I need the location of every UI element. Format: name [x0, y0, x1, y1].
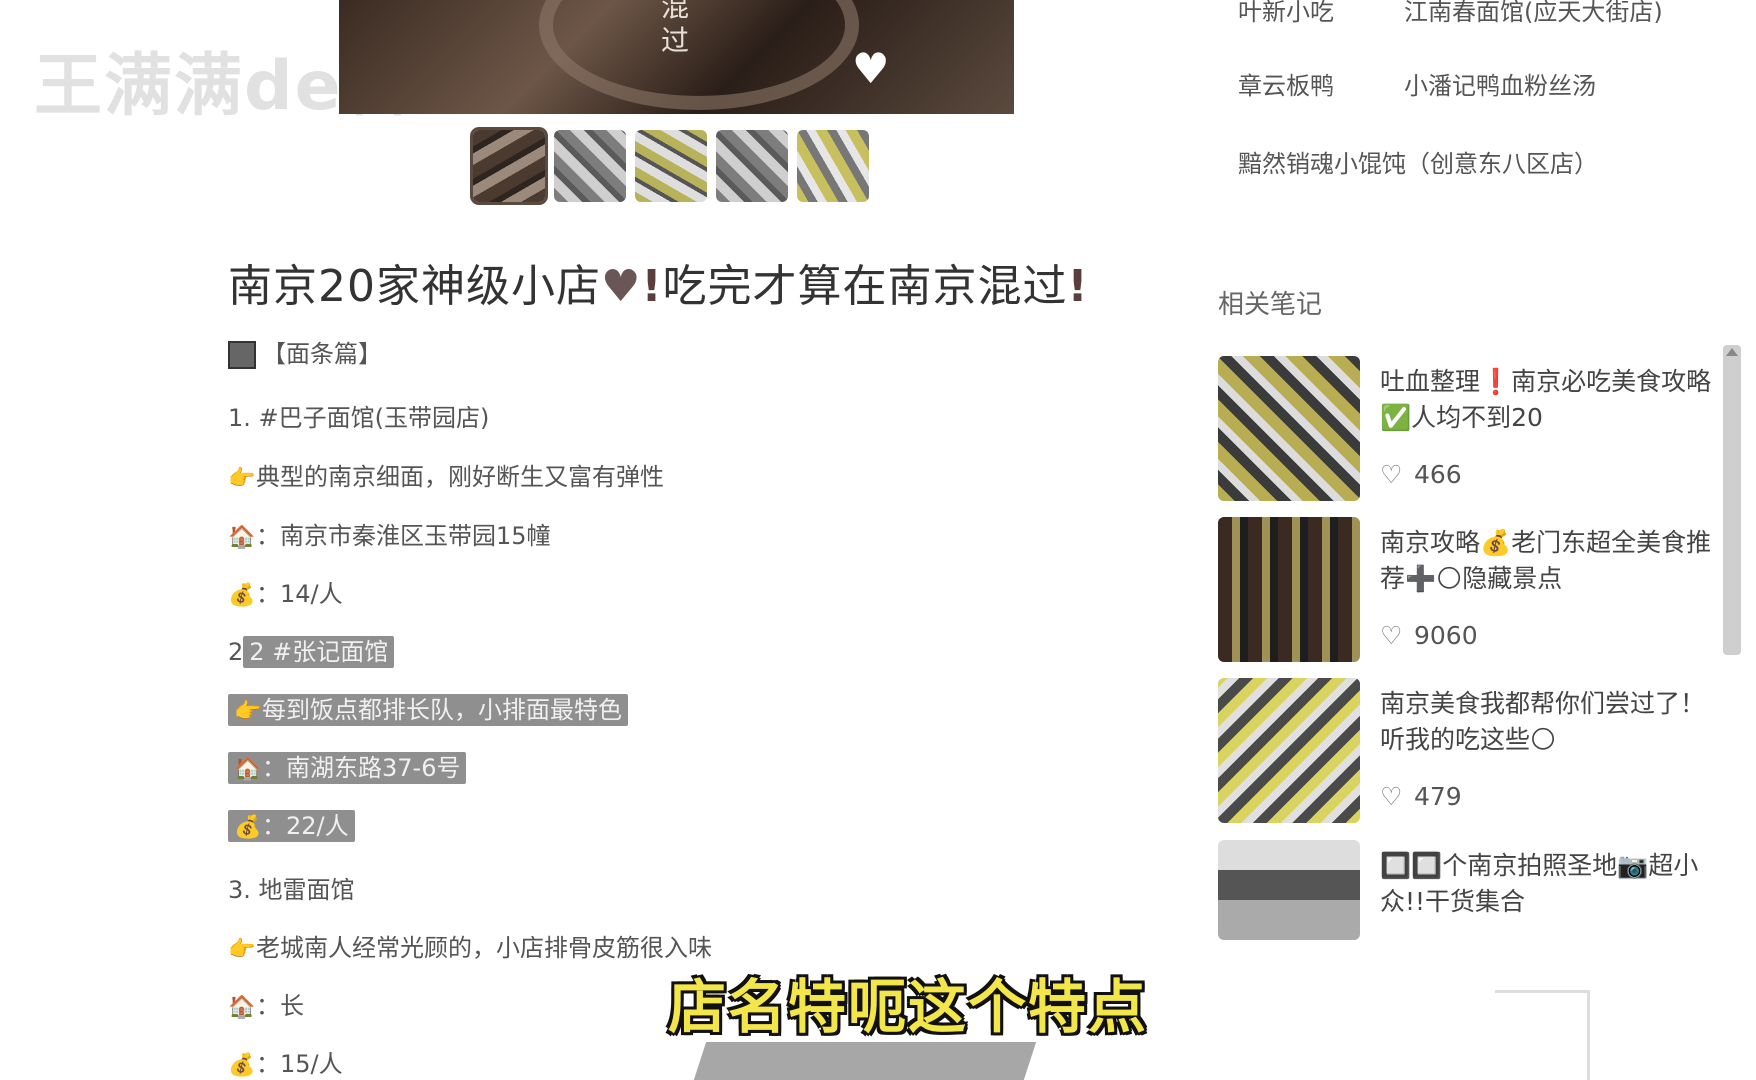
note-likes: ♡ 9060	[1380, 621, 1478, 650]
note-title[interactable]: 🔲🔲个南京拍照圣地📷超小众!!干货集合	[1380, 848, 1720, 920]
money-bag-icon: 💰	[228, 1053, 256, 1078]
money-bag-icon: 💰	[234, 815, 262, 840]
item-address: 🏠：南京市秦淮区玉带园15幢	[228, 522, 551, 550]
item-desc: 👉老城南人经常光顾的，小店排骨皮筋很入味	[228, 934, 712, 962]
house-icon: 🏠	[228, 525, 256, 550]
related-note-card[interactable]: 🔲🔲个南京拍照圣地📷超小众!!干货集合	[1218, 840, 1718, 985]
bowl-shape	[539, 0, 859, 110]
note-likes: ♡ 479	[1380, 782, 1462, 811]
related-notes-heading: 相关笔记	[1218, 290, 1323, 320]
item-address: 🏠：长	[228, 992, 304, 1020]
item-name: 22 #张记面馆	[228, 632, 395, 668]
item-name: 1. #巴子面馆(玉带园店)	[228, 404, 490, 432]
note-title[interactable]: 吐血整理❗南京必吃美食攻略✅人均不到20	[1380, 364, 1720, 436]
image-heart-icon: ♥	[852, 44, 890, 93]
thumbnail-3[interactable]	[635, 130, 707, 202]
note-title[interactable]: 南京美食我都帮你们尝过了！听我的吃这些🌕	[1380, 686, 1720, 758]
item-desc: 👉每到饭点都排长队，小排面最特色	[228, 690, 628, 726]
note-cover[interactable]	[1218, 356, 1360, 501]
note-cover[interactable]	[1218, 517, 1360, 662]
note-cover[interactable]	[1218, 840, 1360, 940]
house-icon: 🏠	[228, 995, 256, 1020]
shop-link[interactable]: 章云板鸭	[1238, 66, 1334, 101]
scroll-up-icon[interactable]	[1726, 348, 1738, 356]
square-icon	[228, 341, 256, 369]
item-desc: 👉典型的南京细面，刚好断生又富有弹性	[228, 463, 664, 491]
sidebar-scrollbar[interactable]	[1723, 345, 1741, 655]
item-price: 💰：22/人	[228, 806, 355, 842]
house-icon: 🏠	[234, 757, 262, 782]
section-heading: 【面条篇】	[228, 334, 382, 369]
thumbnail-strip	[470, 127, 869, 205]
thumbnail-5[interactable]	[797, 130, 869, 202]
heart-outline-icon[interactable]: ♡	[1380, 460, 1414, 489]
note-likes: ♡ 466	[1380, 460, 1462, 489]
post-title: 南京20家神级小店♥!吃完才算在南京混过!	[228, 250, 1089, 314]
item-price: 💰：14/人	[228, 580, 343, 608]
heart-icon: ♥	[601, 261, 642, 312]
item-address: 🏠：南湖东路37-6号	[228, 748, 467, 784]
related-note-card[interactable]: 吐血整理❗南京必吃美食攻略✅人均不到20 ♡ 466	[1218, 356, 1718, 501]
related-note-card[interactable]: 南京攻略💰老门东超全美食推荐➕🌕隐藏景点 ♡ 9060	[1218, 517, 1718, 662]
note-title[interactable]: 南京攻略💰老门东超全美食推荐➕🌕隐藏景点	[1380, 525, 1720, 597]
pointing-hand-icon: 👉	[228, 937, 256, 962]
main-image[interactable]: 混过	[339, 0, 1014, 114]
exclamation-icon: !	[641, 261, 663, 312]
money-bag-icon: 💰	[228, 583, 256, 608]
heart-outline-icon[interactable]: ♡	[1380, 782, 1414, 811]
shop-link[interactable]: 小潘记鸭血粉丝汤	[1404, 66, 1596, 101]
pointing-hand-icon: 👉	[228, 466, 256, 491]
video-subtitle: 店名特呃这个特点	[668, 973, 1149, 1041]
exclamation-icon: !	[1067, 261, 1089, 312]
title-text-2: 吃完才算在南京混过	[662, 261, 1068, 312]
shop-link[interactable]: 江南春面馆(应天大街店)	[1404, 0, 1663, 27]
corner-frame	[1495, 990, 1590, 1080]
thumbnail-2[interactable]	[554, 130, 626, 202]
image-overlay-text: 混过	[661, 0, 690, 57]
title-text-1: 南京20家神级小店	[228, 261, 601, 312]
subtitle-bar	[693, 1042, 1037, 1080]
note-cover[interactable]	[1218, 678, 1360, 823]
pointing-hand-icon: 👉	[234, 699, 262, 724]
thumbnail-4[interactable]	[716, 130, 788, 202]
related-note-card[interactable]: 南京美食我都帮你们尝过了！听我的吃这些🌕 ♡ 479	[1218, 678, 1718, 823]
item-name: 3. 地雷面馆	[228, 876, 355, 904]
thumbnail-1[interactable]	[470, 127, 548, 205]
heart-outline-icon[interactable]: ♡	[1380, 621, 1414, 650]
item-price: 💰：15/人	[228, 1050, 343, 1078]
shop-link[interactable]: 黯然销魂小馄饨（创意东八区店）	[1238, 144, 1598, 179]
shop-link[interactable]: 叶新小吃	[1238, 0, 1334, 27]
